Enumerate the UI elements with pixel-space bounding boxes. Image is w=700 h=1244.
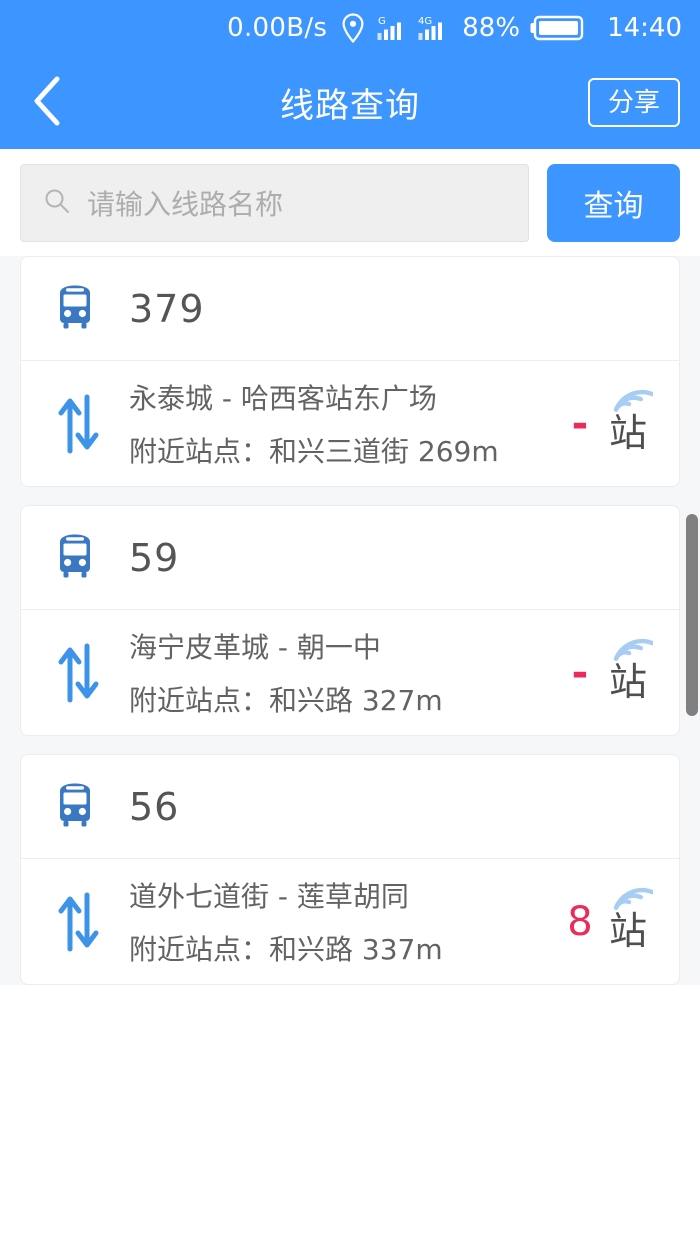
- signal-arc-icon: [611, 380, 655, 418]
- stops-unit-label: 站: [608, 410, 647, 455]
- svg-text:G: G: [378, 16, 386, 27]
- route-endpoints-label: 道外七道街 - 莲草胡同: [129, 880, 409, 913]
- route-endpoints-label: 海宁皮革城 - 朝一中: [129, 631, 381, 664]
- stops-unit-label: 站: [608, 908, 647, 953]
- scrollbar-thumb[interactable]: [686, 514, 698, 716]
- query-button[interactable]: 查询: [547, 163, 680, 242]
- battery-percent-label: 88%: [462, 13, 521, 43]
- signal-arc-icon: [611, 629, 655, 667]
- bus-icon: [53, 532, 97, 584]
- stops-unit-block: 站: [608, 638, 655, 704]
- route-card-379[interactable]: 379 永泰城 - 哈西客站东广场 附近站点：和兴三道街 269m - 站: [20, 256, 680, 487]
- battery-icon: [530, 14, 584, 42]
- route-card-56[interactable]: 56 道外七道街 - 莲草胡同 附近站点：和兴路 337m 8 站: [20, 754, 680, 985]
- bus-icon: [53, 781, 97, 833]
- network-speed-label: 0.00B/s: [227, 13, 328, 43]
- signal-bars-4g-icon: 4G: [417, 13, 451, 43]
- search-input-placeholder: 请输入线路名称: [87, 187, 284, 221]
- stops-count-value: -: [571, 649, 589, 696]
- nearby-stop-label: 附近站点：和兴路 327m: [129, 684, 443, 717]
- route-number: 379: [129, 286, 205, 331]
- chevron-left-icon: [30, 75, 64, 131]
- route-card-body[interactable]: 道外七道街 - 莲草胡同 附近站点：和兴路 337m 8 站: [21, 859, 679, 984]
- share-button[interactable]: 分享: [587, 78, 680, 127]
- swap-vertical-icon: [55, 391, 103, 457]
- search-input[interactable]: 请输入线路名称: [20, 163, 529, 242]
- stops-unit-block: 站: [608, 887, 655, 953]
- route-number: 59: [129, 535, 180, 580]
- route-endpoints-label: 永泰城 - 哈西客站东广场: [129, 382, 437, 415]
- swap-vertical-icon: [55, 640, 103, 706]
- route-card-header[interactable]: 56: [21, 755, 679, 859]
- stops-unit-label: 站: [608, 659, 647, 704]
- route-card-59[interactable]: 59 海宁皮革城 - 朝一中 附近站点：和兴路 327m - 站: [20, 505, 680, 736]
- back-button[interactable]: [20, 76, 74, 130]
- search-bar: 请输入线路名称 查询: [0, 149, 700, 256]
- stops-count-value: -: [571, 400, 589, 447]
- bus-icon: [53, 283, 97, 335]
- stops-unit-block: 站: [608, 389, 655, 455]
- stops-indicator: - 站: [565, 638, 655, 704]
- scrollbar-track: [686, 256, 700, 985]
- route-card-body[interactable]: 海宁皮革城 - 朝一中 附近站点：和兴路 327m - 站: [21, 610, 679, 735]
- nearby-stop-label: 附近站点：和兴路 337m: [129, 933, 443, 966]
- signal-bars-g-icon: G: [376, 13, 406, 43]
- route-results-list: 379 永泰城 - 哈西客站东广场 附近站点：和兴三道街 269m - 站 59…: [0, 256, 700, 985]
- route-text-block: 永泰城 - 哈西客站东广场 附近站点：和兴三道街 269m: [129, 377, 539, 470]
- app-header: 线路查询 分享: [0, 56, 700, 149]
- route-number: 56: [129, 784, 180, 829]
- route-text-block: 道外七道街 - 莲草胡同 附近站点：和兴路 337m: [129, 875, 539, 968]
- stops-count-value: 8: [567, 898, 593, 945]
- route-card-header[interactable]: 379: [21, 257, 679, 361]
- swap-vertical-icon: [55, 889, 103, 955]
- stops-indicator: - 站: [565, 389, 655, 455]
- route-text-block: 海宁皮革城 - 朝一中 附近站点：和兴路 327m: [129, 626, 539, 719]
- route-card-body[interactable]: 永泰城 - 哈西客站东广场 附近站点：和兴三道街 269m - 站: [21, 361, 679, 486]
- nearby-stop-label: 附近站点：和兴三道街 269m: [129, 435, 499, 468]
- search-icon: [43, 187, 71, 219]
- clock-label: 14:40: [607, 13, 682, 43]
- svg-text:4G: 4G: [418, 16, 432, 27]
- route-card-header[interactable]: 59: [21, 506, 679, 610]
- stops-indicator: 8 站: [565, 887, 655, 953]
- location-pin-icon: [341, 13, 365, 43]
- signal-arc-icon: [611, 878, 655, 916]
- status-bar: 0.00B/s G 4G 88% 14:40: [0, 0, 700, 56]
